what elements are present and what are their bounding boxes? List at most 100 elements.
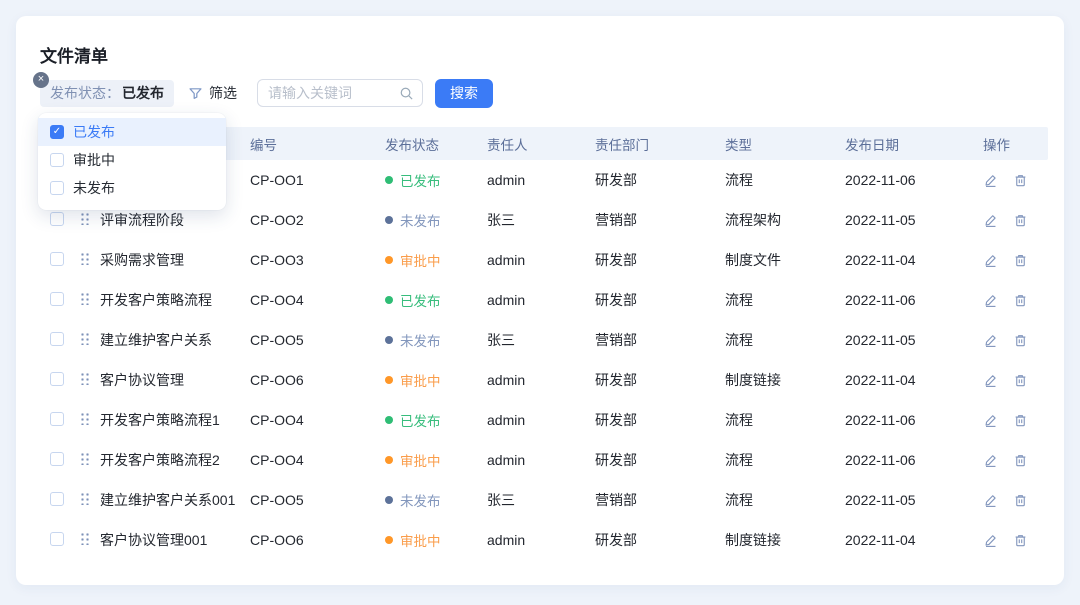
edit-pencil-icon[interactable] bbox=[983, 173, 998, 188]
edit-pencil-icon[interactable] bbox=[983, 213, 998, 228]
drag-handle-icon[interactable] bbox=[80, 492, 90, 505]
cell-name: 评审流程阶段 bbox=[100, 210, 250, 230]
dropdown-option-label: 审批中 bbox=[73, 150, 115, 170]
close-icon[interactable]: × bbox=[33, 72, 49, 88]
cell-status: 已发布 bbox=[385, 170, 487, 190]
table-row: 客户协议管理001 CP-OO6 审批中 admin 研发部 制度链接 2022… bbox=[40, 520, 1048, 560]
toolbar: × 发布状态： 已发布 筛选 搜索 bbox=[40, 79, 493, 107]
cell-code: CP-OO2 bbox=[250, 212, 385, 228]
column-header-owner: 责任人 bbox=[487, 134, 595, 154]
row-checkbox[interactable] bbox=[50, 452, 64, 466]
checkbox-icon[interactable]: ✓ bbox=[50, 125, 64, 139]
edit-pencil-icon[interactable] bbox=[983, 253, 998, 268]
checkbox-icon[interactable] bbox=[50, 153, 64, 167]
search-button[interactable]: 搜索 bbox=[435, 79, 493, 108]
drag-handle-icon[interactable] bbox=[80, 252, 90, 265]
edit-pencil-icon[interactable] bbox=[983, 533, 998, 548]
cell-owner: 张三 bbox=[487, 210, 595, 230]
cell-dept: 研发部 bbox=[595, 370, 725, 390]
trash-icon[interactable] bbox=[1013, 333, 1028, 348]
row-checkbox[interactable] bbox=[50, 372, 64, 386]
cell-date: 2022-11-06 bbox=[845, 172, 983, 188]
edit-pencil-icon[interactable] bbox=[983, 293, 998, 308]
cell-dept: 研发部 bbox=[595, 170, 725, 190]
dropdown-option[interactable]: 审批中 bbox=[38, 146, 226, 174]
status-label: 已发布 bbox=[400, 410, 441, 430]
search-box bbox=[257, 79, 423, 107]
cell-status: 未发布 bbox=[385, 490, 487, 510]
column-header-code: 编号 bbox=[250, 134, 385, 154]
drag-handle-icon[interactable] bbox=[80, 332, 90, 345]
table-row: 开发客户策略流程2 CP-OO4 审批中 admin 研发部 流程 2022-1… bbox=[40, 440, 1048, 480]
edit-pencil-icon[interactable] bbox=[983, 413, 998, 428]
status-label: 未发布 bbox=[400, 210, 441, 230]
edit-pencil-icon[interactable] bbox=[983, 453, 998, 468]
status-label: 审批中 bbox=[400, 370, 441, 390]
cell-dept: 营销部 bbox=[595, 210, 725, 230]
status-dot-icon bbox=[385, 456, 393, 464]
trash-icon[interactable] bbox=[1013, 413, 1028, 428]
dropdown-option[interactable]: ✓ 已发布 bbox=[38, 118, 226, 146]
table-row: 建立维护客户关系001 CP-OO5 未发布 张三 营销部 流程 2022-11… bbox=[40, 480, 1048, 520]
drag-handle-icon[interactable] bbox=[80, 412, 90, 425]
trash-icon[interactable] bbox=[1013, 453, 1028, 468]
edit-pencil-icon[interactable] bbox=[983, 333, 998, 348]
table-row: 开发客户策略流程1 CP-OO4 已发布 admin 研发部 流程 2022-1… bbox=[40, 400, 1048, 440]
column-header-status: 发布状态 bbox=[385, 134, 487, 154]
status-filter-tag[interactable]: × 发布状态： 已发布 bbox=[40, 80, 174, 107]
trash-icon[interactable] bbox=[1013, 293, 1028, 308]
drag-handle-icon[interactable] bbox=[80, 452, 90, 465]
trash-icon[interactable] bbox=[1013, 533, 1028, 548]
filter-button-label: 筛选 bbox=[209, 83, 237, 103]
cell-dept: 研发部 bbox=[595, 530, 725, 550]
column-header-type: 类型 bbox=[725, 134, 845, 154]
trash-icon[interactable] bbox=[1013, 253, 1028, 268]
table-row: 客户协议管理 CP-OO6 审批中 admin 研发部 制度链接 2022-11… bbox=[40, 360, 1048, 400]
row-checkbox[interactable] bbox=[50, 292, 64, 306]
cell-dept: 研发部 bbox=[595, 290, 725, 310]
edit-pencil-icon[interactable] bbox=[983, 493, 998, 508]
trash-icon[interactable] bbox=[1013, 213, 1028, 228]
column-header-date: 发布日期 bbox=[845, 134, 983, 154]
dropdown-option-label: 未发布 bbox=[73, 178, 115, 198]
filter-button[interactable]: 筛选 bbox=[188, 83, 237, 103]
table-row: 采购需求管理 CP-OO3 审批中 admin 研发部 制度文件 2022-11… bbox=[40, 240, 1048, 280]
cell-owner: admin bbox=[487, 452, 595, 468]
row-checkbox[interactable] bbox=[50, 532, 64, 546]
drag-handle-icon[interactable] bbox=[80, 292, 90, 305]
dropdown-option[interactable]: 未发布 bbox=[38, 174, 226, 202]
trash-icon[interactable] bbox=[1013, 493, 1028, 508]
status-dot-icon bbox=[385, 336, 393, 344]
status-label: 已发布 bbox=[400, 290, 441, 310]
trash-icon[interactable] bbox=[1013, 373, 1028, 388]
cell-status: 审批中 bbox=[385, 450, 487, 470]
cell-dept: 研发部 bbox=[595, 250, 725, 270]
dropdown-option-label: 已发布 bbox=[73, 122, 115, 142]
drag-handle-icon[interactable] bbox=[80, 212, 90, 225]
drag-handle-icon[interactable] bbox=[80, 372, 90, 385]
status-dot-icon bbox=[385, 296, 393, 304]
row-checkbox[interactable] bbox=[50, 492, 64, 506]
cell-code: CP-OO4 bbox=[250, 452, 385, 468]
trash-icon[interactable] bbox=[1013, 173, 1028, 188]
row-checkbox[interactable] bbox=[50, 332, 64, 346]
status-label: 审批中 bbox=[400, 530, 441, 550]
cell-type: 制度链接 bbox=[725, 370, 845, 390]
cell-date: 2022-11-05 bbox=[845, 332, 983, 348]
row-checkbox[interactable] bbox=[50, 212, 64, 226]
filter-tag-label: 发布状态： bbox=[50, 83, 120, 103]
status-dot-icon bbox=[385, 496, 393, 504]
cell-owner: admin bbox=[487, 252, 595, 268]
drag-handle-icon[interactable] bbox=[80, 532, 90, 545]
cell-name: 客户协议管理 bbox=[100, 370, 250, 390]
column-header-dept: 责任部门 bbox=[595, 134, 725, 154]
row-checkbox[interactable] bbox=[50, 252, 64, 266]
cell-name: 采购需求管理 bbox=[100, 250, 250, 270]
checkbox-icon[interactable] bbox=[50, 181, 64, 195]
cell-name: 开发客户策略流程2 bbox=[100, 450, 250, 470]
status-label: 未发布 bbox=[400, 490, 441, 510]
row-checkbox[interactable] bbox=[50, 412, 64, 426]
edit-pencil-icon[interactable] bbox=[983, 373, 998, 388]
cell-name: 开发客户策略流程 bbox=[100, 290, 250, 310]
cell-date: 2022-11-04 bbox=[845, 532, 983, 548]
